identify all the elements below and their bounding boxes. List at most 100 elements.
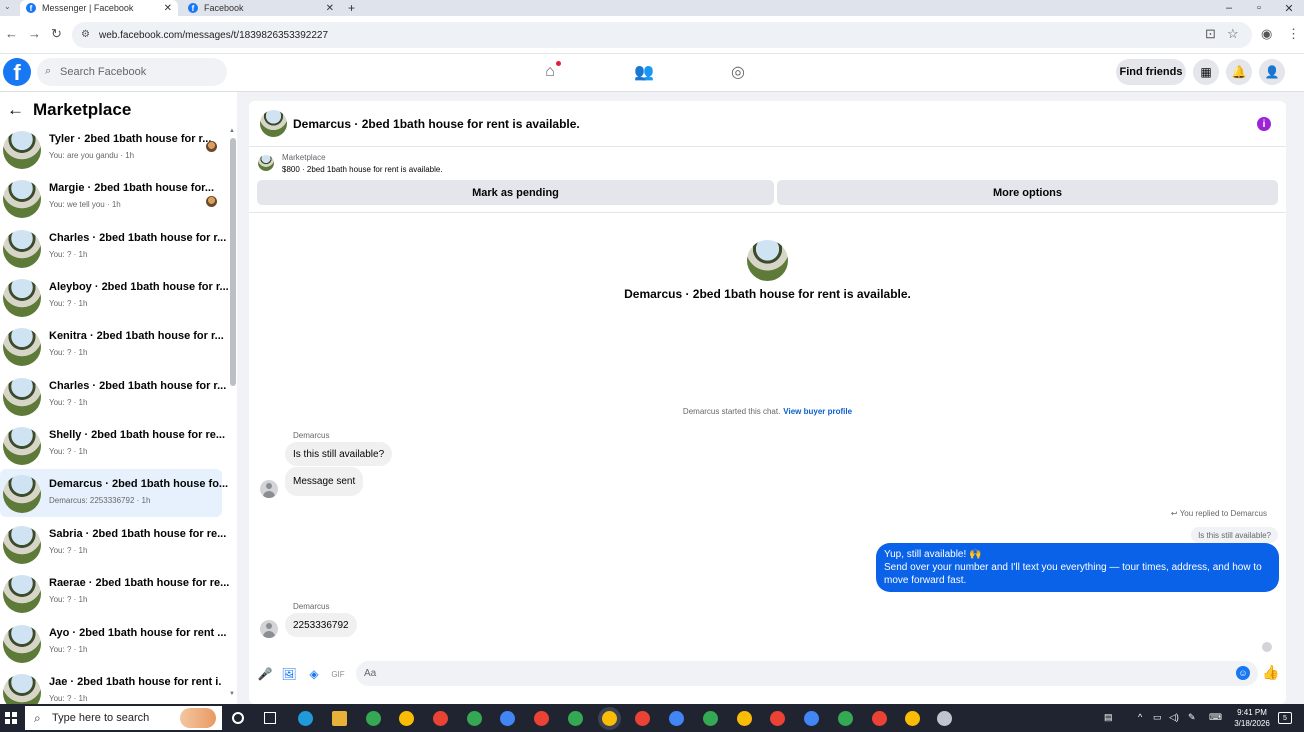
chrome-icon[interactable] xyxy=(905,711,920,726)
friends-icon[interactable]: 👥 xyxy=(632,62,656,82)
chat-title[interactable]: Demarcus · 2bed 1bath house for rent is … xyxy=(293,117,580,131)
emoji-icon[interactable]: ☺ xyxy=(1236,666,1250,680)
tab-search-icon[interactable]: ⌄ xyxy=(4,2,11,11)
conversation-item-selected[interactable]: Demarcus · 2bed 1bath house fo... Demarc… xyxy=(0,469,228,517)
gif-icon[interactable]: GIF xyxy=(331,667,345,681)
scrollbar-thumb[interactable] xyxy=(230,138,236,386)
groups-icon[interactable]: ◎ xyxy=(726,62,750,82)
close-icon[interactable]: ✕ xyxy=(326,3,334,14)
taskbar-search-input[interactable]: ⌕ Type here to search xyxy=(25,706,222,730)
pen-icon[interactable]: ✎ xyxy=(1188,712,1196,723)
news-icon[interactable]: ▤ xyxy=(1104,712,1113,723)
bookmark-star-icon[interactable]: ☆ xyxy=(1227,26,1239,42)
conversation-item[interactable]: Charles · 2bed 1bath house for r... You:… xyxy=(0,226,226,273)
chrome-icon[interactable] xyxy=(770,711,785,726)
sender-avatar[interactable] xyxy=(260,620,278,638)
quoted-message[interactable]: Is this still available? xyxy=(1191,527,1278,543)
outgoing-message[interactable]: Yup, still available! 🙌 Send over your n… xyxy=(876,543,1279,592)
url-field[interactable]: ⚙ web.facebook.com/messages/t/1839826353… xyxy=(72,22,1252,48)
conversation-item[interactable]: Margie · 2bed 1bath house for... You: we… xyxy=(0,176,222,223)
bell-icon[interactable]: 🔔 xyxy=(1226,59,1252,85)
new-tab-button[interactable]: + xyxy=(348,0,355,16)
minimize-button[interactable]: – xyxy=(1214,0,1244,16)
chrome-icon[interactable] xyxy=(433,711,448,726)
conversation-item[interactable]: Jae · 2bed 1bath house for rent i... You… xyxy=(0,670,222,704)
mark-as-pending-button[interactable]: Mark as pending xyxy=(257,180,774,205)
listing-avatar[interactable] xyxy=(260,110,287,137)
incoming-message[interactable]: 2253336792 xyxy=(285,613,357,637)
back-arrow-icon[interactable]: ← xyxy=(7,100,24,120)
view-buyer-profile-link[interactable]: View buyer profile xyxy=(783,407,852,416)
listing-thumbnail xyxy=(3,475,41,513)
tray-chevron-icon[interactable]: ^ xyxy=(1138,712,1142,722)
sidebar-scrollbar[interactable]: ▲ ▼ xyxy=(229,128,237,698)
volume-icon[interactable]: ◁) xyxy=(1169,712,1179,723)
photo-icon[interactable]: 🖼 xyxy=(281,667,296,681)
chrome-icon[interactable] xyxy=(568,711,583,726)
incoming-message[interactable]: Is this still available? xyxy=(285,442,393,466)
microphone-icon[interactable]: 🎤 xyxy=(258,667,273,681)
chrome-icon[interactable] xyxy=(669,711,684,726)
sender-avatar[interactable] xyxy=(260,480,278,498)
conversation-item[interactable]: Aleyboy · 2bed 1bath house for r... You:… xyxy=(0,275,229,322)
tab-facebook[interactable]: f Facebook ✕ xyxy=(182,0,340,16)
reload-icon[interactable]: ↻ xyxy=(51,26,62,42)
back-arrow-icon[interactable]: ← xyxy=(5,26,18,41)
scroll-up-icon[interactable]: ▲ xyxy=(229,128,235,134)
task-view-icon[interactable] xyxy=(264,712,276,724)
incoming-message[interactable]: Message sent xyxy=(285,467,364,496)
conversation-item[interactable]: Shelly · 2bed 1bath house for re... You:… xyxy=(0,423,225,470)
windows-start-icon[interactable] xyxy=(5,712,17,724)
close-window-button[interactable]: ✕ xyxy=(1274,0,1304,16)
conversation-item[interactable]: Tyler · 2bed 1bath house for r... You: a… xyxy=(0,127,222,174)
chrome-icon[interactable] xyxy=(703,711,718,726)
tab-messenger[interactable]: f Messenger | Facebook ✕ xyxy=(20,0,178,16)
sticker-icon[interactable]: ◈ xyxy=(307,667,321,681)
chrome-icon[interactable] xyxy=(366,711,381,726)
maximize-button[interactable]: ▫ xyxy=(1244,0,1274,16)
page-scrollbar[interactable] xyxy=(1297,92,1304,704)
conversation-item[interactable]: Charles · 2bed 1bath house for r... You:… xyxy=(0,374,226,421)
system-clock[interactable]: 9:41 PM 3/18/2026 xyxy=(1232,707,1272,729)
scroll-down-icon[interactable]: ▼ xyxy=(229,691,235,697)
listing-price[interactable]: $800 · 2bed 1bath house for rent is avai… xyxy=(282,165,443,174)
chrome-icon-active[interactable] xyxy=(602,711,617,726)
forward-arrow-icon[interactable]: → xyxy=(28,26,41,41)
chrome-icon[interactable] xyxy=(804,711,819,726)
find-friends-button[interactable]: Find friends xyxy=(1116,59,1186,85)
site-info-icon[interactable]: ⚙ xyxy=(81,29,90,40)
chrome-icon[interactable] xyxy=(872,711,887,726)
facebook-search-input[interactable]: ⌕ Search Facebook xyxy=(37,58,227,86)
chrome-icon[interactable] xyxy=(467,711,482,726)
edge-icon[interactable] xyxy=(298,711,313,726)
network-icon[interactable]: ▭ xyxy=(1153,712,1162,723)
chrome-icon[interactable] xyxy=(500,711,515,726)
keyboard-icon[interactable]: ⌨ xyxy=(1209,712,1222,723)
chrome-icon[interactable] xyxy=(534,711,549,726)
notification-center-icon[interactable]: 5 xyxy=(1278,712,1292,724)
home-icon[interactable]: ⌂ xyxy=(538,61,562,82)
like-thumb-icon[interactable]: 👍 xyxy=(1262,664,1279,681)
message-input[interactable]: Aa xyxy=(356,661,1258,686)
chrome-icon[interactable] xyxy=(399,711,414,726)
file-explorer-icon[interactable] xyxy=(332,711,347,726)
account-avatar[interactable]: 👤 xyxy=(1259,59,1285,85)
info-icon[interactable]: i xyxy=(1257,117,1271,131)
conversation-item[interactable]: Raerae · 2bed 1bath house for re... You:… xyxy=(0,571,229,618)
listing-thumbnail[interactable] xyxy=(258,155,274,171)
install-app-icon[interactable]: ⊡ xyxy=(1205,26,1216,42)
close-icon[interactable]: ✕ xyxy=(164,3,172,14)
more-options-button[interactable]: More options xyxy=(777,180,1278,205)
menu-kebab-icon[interactable]: ⋮ xyxy=(1287,26,1300,42)
chrome-icon[interactable] xyxy=(737,711,752,726)
cortana-icon[interactable] xyxy=(232,712,244,724)
conversation-item[interactable]: Kenitra · 2bed 1bath house for r... You:… xyxy=(0,324,224,371)
chrome-icon[interactable] xyxy=(838,711,853,726)
menu-grid-icon[interactable]: ▦ xyxy=(1193,59,1219,85)
app-icon[interactable] xyxy=(937,711,952,726)
conversation-item[interactable]: Sabria · 2bed 1bath house for re... You:… xyxy=(0,522,226,569)
facebook-logo-icon[interactable]: f xyxy=(3,58,31,86)
conversation-item[interactable]: Ayo · 2bed 1bath house for rent ... You:… xyxy=(0,621,226,668)
chrome-icon[interactable] xyxy=(635,711,650,726)
profile-icon[interactable]: ◉ xyxy=(1261,26,1272,42)
